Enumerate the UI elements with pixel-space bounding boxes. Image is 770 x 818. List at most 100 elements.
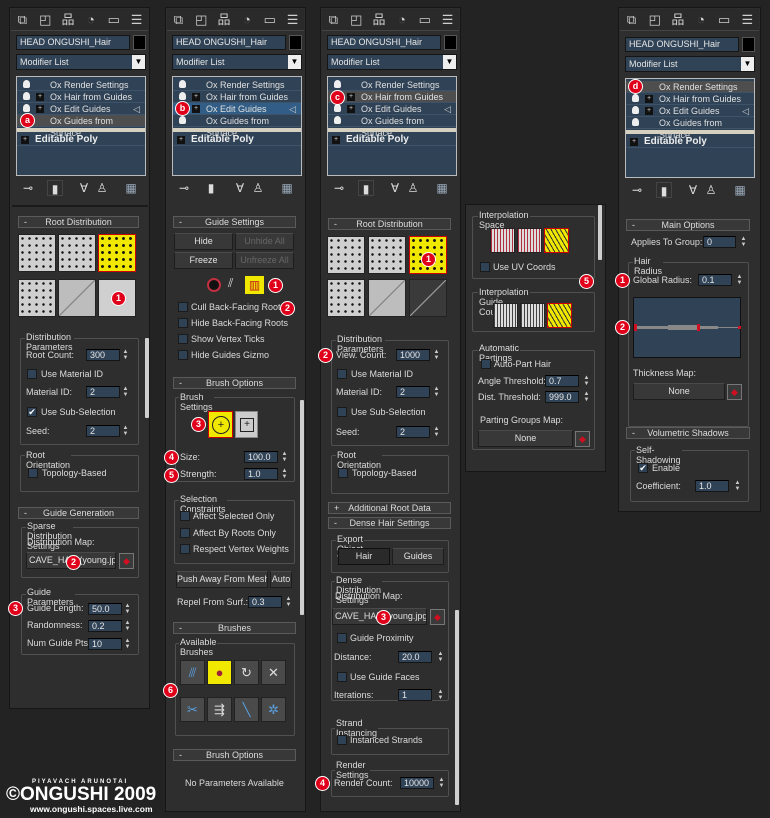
lightbulb-icon[interactable] [179,80,186,88]
create-icon[interactable]: ⧉ [14,12,31,28]
stack-item-guides-from-surface[interactable]: Ox Guides from Surface [17,115,145,138]
object-name-field[interactable]: HEAD ONGUSHI_Hair [16,35,130,50]
lightbulb-icon[interactable] [334,80,341,88]
stack-item-editable-poly[interactable]: + Editable Poly [17,133,145,146]
auto-button[interactable]: Auto [270,571,292,588]
lightbulb-icon[interactable] [179,92,186,100]
hide-back-facing-checkbox[interactable] [178,318,188,328]
make-unique-icon[interactable]: ∀ [232,180,248,196]
lightbulb-icon[interactable] [632,106,639,114]
lightbulb-icon[interactable] [23,80,30,88]
hierarchy-icon[interactable]: 品 [371,12,388,28]
expand-icon[interactable]: + [645,95,653,103]
distribution-vertex-icon[interactable] [18,279,56,317]
modify-icon[interactable]: ◰ [37,12,54,28]
respect-vertex-weights-checkbox[interactable] [180,544,190,554]
stack-item-editable-poly[interactable]: + Editable Poly [328,133,456,146]
rollout-main-options[interactable]: - Main Options [626,219,750,231]
radius-curve-editor[interactable] [633,297,741,358]
use-sub-selection-checkbox[interactable] [337,407,347,417]
expand-icon[interactable]: + [630,138,638,146]
motion-icon[interactable]: ◔ [393,12,410,28]
randomness-input[interactable]: 0.2 [88,620,122,632]
cut-brush-icon[interactable]: ✂ [180,697,205,722]
iterations-input[interactable]: 1 [398,689,432,701]
seed-input[interactable]: 2 [396,426,430,438]
hide-button[interactable]: Hide [174,233,233,250]
utilities-icon[interactable]: ☰ [128,12,145,28]
stack-item-edit-guides[interactable]: + Ox Edit Guides ◁ [173,103,301,115]
distribution-random-icon[interactable] [98,234,136,272]
lightbulb-icon[interactable] [334,104,341,112]
distance-input[interactable]: 20.0 [398,651,432,663]
unfreeze-all-button[interactable]: Unfreeze All [235,252,294,269]
pick-map-icon[interactable]: ◆ [727,384,742,400]
scrollbar[interactable] [598,205,602,260]
object-color-swatch[interactable] [289,35,302,50]
spinner-icon[interactable]: ▲ ▼ [734,480,741,492]
rollout-guide-generation[interactable]: - Guide Generation [18,507,139,519]
num-guide-pts-input[interactable]: 10 [88,638,122,650]
create-icon[interactable]: ⧉ [325,12,342,28]
show-end-result-icon[interactable]: ▮ [47,180,63,196]
stack-item-editable-poly[interactable]: + Editable Poly [626,135,754,148]
object-color-swatch[interactable] [444,35,457,50]
hierarchy-icon[interactable]: 品 [669,12,686,28]
motion-icon[interactable]: ◔ [238,12,255,28]
interp-space-option-2-icon[interactable] [517,228,542,253]
modify-icon[interactable]: ◰ [193,12,210,28]
modifier-list-dropdown[interactable]: Modifier List ▼ [327,54,457,70]
scrollbar[interactable] [455,610,459,805]
spinner-icon[interactable]: ▲ ▼ [281,451,288,463]
stack-item-render-settings[interactable]: Ox Render Settings [328,79,456,91]
stack-item-guides-from-surface[interactable]: Ox Guides from Surface [328,115,456,138]
applies-to-group-input[interactable]: 0 [703,236,736,248]
stack-item-render-settings[interactable]: Ox Render Settings [17,79,145,91]
stack-item-hair-from-guides[interactable]: + Ox Hair from Guides [173,91,301,103]
spinner-icon[interactable]: ▲ ▼ [433,426,440,438]
expand-icon[interactable]: + [36,93,44,101]
rollout-volumetric-shadows[interactable]: - Volumetric Shadows [626,427,750,439]
configure-sets-icon[interactable]: ▦ [732,182,748,198]
puff-brush-icon[interactable]: ╲ [234,697,259,722]
thickness-map-button[interactable]: None [633,383,725,400]
guide-length-input[interactable]: 50.0 [88,603,122,615]
expand-icon[interactable]: + [177,136,185,144]
guide-count-option-2-icon[interactable] [520,303,545,328]
expand-icon[interactable]: + [21,136,29,144]
pick-map-icon[interactable]: ◆ [119,553,134,569]
utilities-icon[interactable]: ☰ [739,12,756,28]
lightbulb-icon[interactable] [632,94,639,102]
distribution-vertex-icon[interactable] [327,279,365,317]
affect-roots-checkbox[interactable] [180,528,190,538]
dist-threshold-input[interactable]: 999.0 [545,391,579,403]
stack-item-render-settings[interactable]: Ox Render Settings [173,79,301,91]
guide-count-option-1-icon[interactable] [493,303,518,328]
object-color-swatch[interactable] [133,35,146,50]
modifier-list-dropdown[interactable]: Modifier List ▼ [16,54,146,70]
spinner-icon[interactable]: ▲ ▼ [583,391,590,403]
stack-item-guides-from-surface[interactable]: Ox Guides from Surface [626,117,754,140]
distribution-even-icon[interactable] [327,236,365,274]
rollout-guide-settings[interactable]: - Guide Settings [173,216,296,228]
expand-icon[interactable]: + [645,107,653,115]
use-material-id-checkbox[interactable] [337,369,347,379]
render-count-input[interactable]: 10000 [400,777,434,789]
remove-modifier-icon[interactable]: ♙ [703,182,719,198]
expand-icon[interactable]: + [192,93,200,101]
topology-based-checkbox[interactable] [28,468,38,478]
make-unique-icon[interactable]: ∀ [387,180,403,196]
modifier-list-dropdown[interactable]: Modifier List ▼ [172,54,302,70]
rollout-brush-options-2[interactable]: - Brush Options [173,749,296,761]
rollout-additional-root-data[interactable]: + Additional Root Data [328,502,451,514]
pick-map-icon[interactable]: ◆ [575,431,590,447]
view-count-input[interactable]: 1000 [396,349,430,361]
utilities-icon[interactable]: ☰ [439,12,456,28]
angle-threshold-input[interactable]: 0.7 [545,375,579,387]
remove-modifier-icon[interactable]: ♙ [405,180,421,196]
freeze-button[interactable]: Freeze [174,252,233,269]
stack-item-hair-from-guides[interactable]: + Ox Hair from Guides [328,91,456,103]
show-vertex-ticks-checkbox[interactable] [178,334,188,344]
object-color-swatch[interactable] [742,37,755,52]
display-icon[interactable]: ▭ [416,12,433,28]
